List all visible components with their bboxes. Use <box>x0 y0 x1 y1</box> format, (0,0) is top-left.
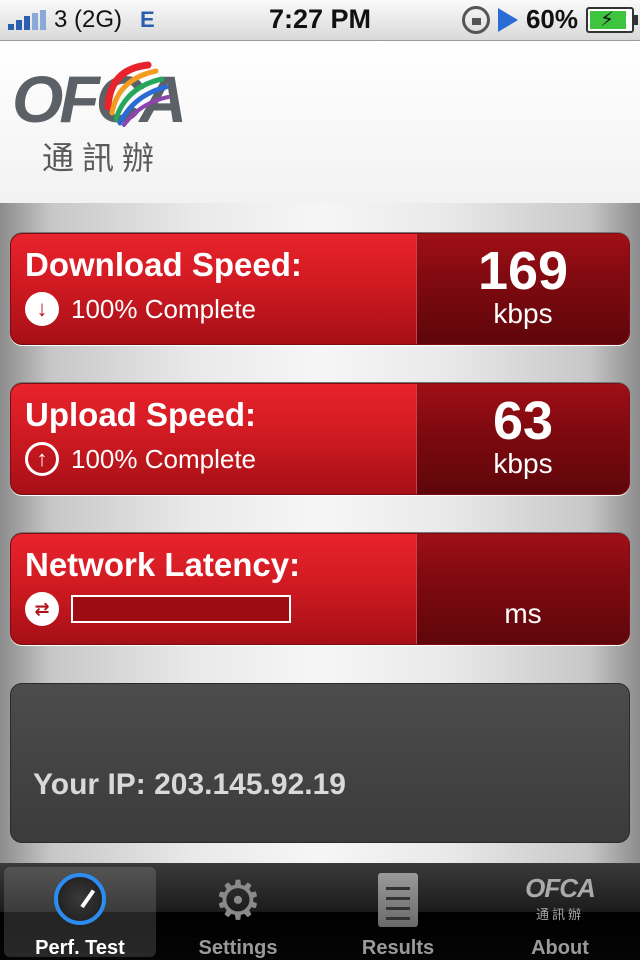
battery-icon: ⚡ <box>586 6 638 33</box>
speedometer-icon <box>54 873 106 925</box>
tab-about-label: About <box>531 937 589 959</box>
tab-about[interactable]: OFCA 通訊辦 About <box>484 867 636 959</box>
main-panel: Download Speed: ↓ 100% Complete 169 kbps… <box>0 203 640 863</box>
latency-status: ⇄ <box>25 592 291 626</box>
upload-title: Upload Speed: <box>25 396 257 433</box>
play-icon <box>497 7 518 32</box>
swap-arrows-icon: ⇄ <box>25 592 59 626</box>
ofca-logo-icon: OFCA 通訊辦 <box>525 873 596 923</box>
latency-unit: ms <box>504 598 542 629</box>
upload-value: 63 <box>492 391 554 451</box>
download-card: Download Speed: ↓ 100% Complete 169 kbps <box>10 233 630 345</box>
download-title: Download Speed: <box>25 246 302 283</box>
download-status: ↓ 100% Complete <box>25 292 256 326</box>
document-icon <box>378 873 418 927</box>
battery-percent: 60% <box>525 4 578 34</box>
ofca-mini-logo: OFCA <box>525 873 596 903</box>
app-header: OFCA 通訊辦 <box>0 41 640 203</box>
status-right: 60% ⚡ <box>461 4 638 35</box>
gear-icon: ⚙ <box>213 871 263 931</box>
upload-status: ↑ 100% Complete <box>25 442 256 476</box>
tab-settings[interactable]: ⚙ Settings <box>162 867 314 959</box>
status-bar: 3 (2G) E 7:27 PM 60% ⚡ <box>0 0 640 41</box>
ofca-mini-chinese: 通訊辦 <box>535 907 585 922</box>
ip-panel: Your IP: 203.145.92.19 <box>10 683 630 843</box>
arrow-down-icon: ↓ <box>25 292 59 326</box>
ofca-chinese-name: 通訊辦 <box>42 140 163 176</box>
upload-card: Upload Speed: ↑ 100% Complete 63 kbps <box>10 383 630 495</box>
arrow-up-icon: ↑ <box>25 442 59 476</box>
download-value: 169 <box>477 241 569 301</box>
ip-address: Your IP: 203.145.92.19 <box>33 768 346 801</box>
latency-title: Network Latency: <box>25 546 301 583</box>
tab-perf-test-label: Perf. Test <box>35 937 125 959</box>
ofca-logo-swoosh-icon <box>104 61 170 127</box>
upload-unit: kbps <box>493 448 553 479</box>
tab-results-label: Results <box>361 937 435 959</box>
download-unit: kbps <box>493 298 553 329</box>
download-status-text: 100% Complete <box>71 293 256 324</box>
latency-progress-bar <box>71 595 291 623</box>
tab-settings-label: Settings <box>198 937 278 959</box>
tab-perf-test[interactable]: Perf. Test <box>4 867 156 959</box>
rotation-lock-icon <box>461 5 490 34</box>
upload-status-text: 100% Complete <box>71 443 256 474</box>
tab-bar: Perf. Test ⚙ Settings Results OFCA 通訊辦 A… <box>0 863 640 960</box>
latency-card: Network Latency: ⇄ ms <box>10 533 630 645</box>
tab-results[interactable]: Results <box>322 867 474 959</box>
